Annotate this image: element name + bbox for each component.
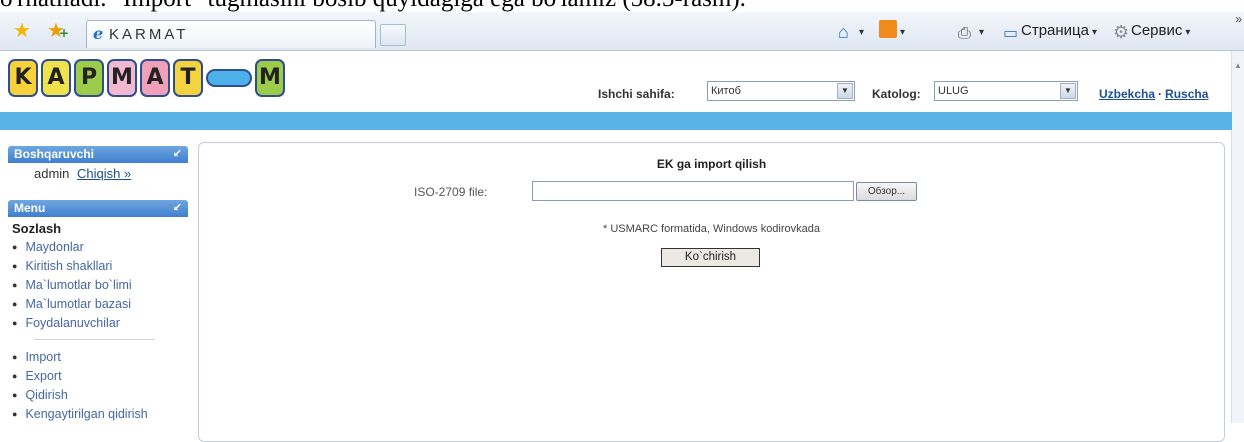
file-label: ISO-2709 file:: [414, 185, 488, 199]
lang-separator: ·: [1158, 87, 1163, 101]
menu-item-label: Import: [25, 350, 61, 364]
logo-letter: A: [140, 59, 170, 97]
menu-item-kengaytirilgan-qidirish[interactable]: ● Kengaytirilgan qidirish: [8, 405, 188, 424]
logo-letter: K: [8, 59, 38, 97]
scroll-up-arrow-icon[interactable]: ▲: [1234, 61, 1242, 70]
menu-panel-title: Menu: [14, 201, 46, 215]
collapse-icon[interactable]: ↙: [173, 200, 182, 217]
menu-item-kiritish-shakllari[interactable]: ● Kiritish shakllari: [8, 257, 188, 276]
bullet-icon: ●: [12, 280, 18, 290]
format-note: * USMARC formatida, Windows kodirovkada: [602, 223, 821, 235]
favorites-star-icon[interactable]: ★: [12, 20, 32, 40]
workpage-value: Китоб: [711, 85, 741, 97]
header-blue-band: [0, 112, 1232, 130]
page-title: EK ga import qilish: [656, 157, 767, 171]
bullet-icon: ●: [12, 299, 18, 309]
rss-icon: [879, 20, 897, 38]
logout-link[interactable]: Chiqish »: [77, 166, 131, 181]
chevron-down-icon: ▾: [859, 27, 865, 38]
chevron-more-icon[interactable]: »: [1235, 12, 1242, 26]
chevron-down-icon: ▾: [1185, 27, 1191, 38]
service-menu-button[interactable]: ⚙ Сервис ▾: [1113, 20, 1190, 42]
menu-item-label: Qidirish: [25, 388, 68, 402]
admin-info: admin Chiqish »: [8, 163, 188, 200]
file-path-input[interactable]: [532, 181, 854, 201]
admin-username: admin: [34, 166, 70, 181]
menu-panel-header[interactable]: Menu ↙: [8, 200, 188, 217]
bullet-icon: ●: [12, 318, 18, 328]
bullet-icon: ●: [12, 409, 18, 419]
browser-toolbar: ★ ★ e KARMAT ⌂▾ ▾ ⎙▾ ▭Страница▾ ⚙Сервис▾…: [0, 12, 1244, 51]
chevron-down-icon: ▼: [1060, 83, 1076, 99]
print-icon: ⎙: [958, 25, 971, 42]
admin-panel-header[interactable]: Boshqaruvchi ↙: [8, 146, 188, 163]
import-submit-button[interactable]: Ko`chirish: [661, 248, 760, 267]
import-panel: EK ga import qilish ISO-2709 file: Обзор…: [198, 142, 1225, 442]
logo-letter: M: [255, 59, 285, 97]
lang-uzbek-link[interactable]: Uzbekcha: [1099, 87, 1155, 101]
tab-title: KARMAT: [109, 26, 189, 43]
settings-title: Sozlash: [12, 221, 62, 236]
menu-item-label: Ma`lumotlar bazasi: [25, 297, 132, 311]
browse-button[interactable]: Обзор...: [856, 182, 917, 201]
menu-item-label: Kengaytirilgan qidirish: [25, 407, 148, 421]
vertical-scrollbar[interactable]: ▲: [1231, 51, 1244, 423]
home-button[interactable]: ⌂ ▾: [838, 20, 864, 42]
add-favorites-icon[interactable]: ★: [46, 20, 69, 43]
bullet-icon: ●: [12, 242, 18, 252]
new-tab-button[interactable]: [380, 24, 406, 46]
chevron-down-icon: ▼: [837, 83, 853, 99]
catalog-select[interactable]: ULUG ▼: [934, 81, 1078, 101]
logo-letter: M: [107, 59, 137, 97]
chevron-down-icon: ▾: [900, 27, 906, 38]
menu-item-label: Maydonlar: [25, 240, 84, 254]
menu-item-label: Foydalanuvchilar: [25, 316, 120, 330]
chevron-down-icon: ▾: [979, 27, 985, 38]
catalog-label: Katolog:: [872, 87, 921, 101]
lang-russian-link[interactable]: Ruscha: [1165, 87, 1208, 101]
menu-item-label: Export: [25, 369, 62, 383]
collapse-icon[interactable]: ↙: [173, 146, 182, 163]
page-menu-label: Страница: [1021, 22, 1089, 39]
bullet-icon: ●: [12, 352, 18, 362]
language-switcher: Uzbekcha · Ruscha: [1099, 87, 1208, 101]
menu-item-malumotlar-bazasi[interactable]: ● Ma`lumotlar bazasi: [8, 295, 188, 314]
menu-item-export[interactable]: ● Export: [8, 367, 188, 386]
print-button[interactable]: ⎙ ▾: [958, 20, 984, 42]
feeds-button[interactable]: ▾: [879, 20, 905, 42]
menu-item-label: Kiritish shakllari: [25, 259, 113, 273]
menu-divider: [34, 339, 154, 340]
document-caption: o'rnatiladi. "Import" tugmasini bosib qu…: [0, 0, 1244, 12]
page-icon: ▭: [1003, 25, 1019, 42]
page-menu-button[interactable]: ▭ Страница ▾: [1003, 20, 1097, 42]
chevron-down-icon: ▾: [1091, 27, 1098, 38]
admin-panel-title: Boshqaruvchi: [14, 147, 95, 161]
menu-item-import[interactable]: ● Import: [8, 348, 188, 367]
workpage-label: Ishchi sahifa:: [598, 87, 675, 101]
logo-letter: P: [74, 59, 104, 97]
logo-dash: [206, 69, 252, 87]
workpage-select[interactable]: Китоб ▼: [707, 81, 855, 101]
menu-item-foydalanuvchilar[interactable]: ● Foydalanuvchilar: [8, 314, 188, 333]
logo-letter: A: [41, 59, 71, 97]
gear-icon: ⚙: [1113, 22, 1130, 42]
service-menu-label: Сервис: [1131, 22, 1183, 39]
menu-item-maydonlar[interactable]: ● Maydonlar: [8, 238, 188, 257]
catalog-value: ULUG: [938, 85, 969, 97]
home-icon: ⌂: [838, 22, 849, 42]
bullet-icon: ●: [12, 261, 18, 271]
menu-item-label: Ma`lumotlar bo`limi: [25, 278, 132, 292]
logo-letter: T: [173, 59, 203, 97]
menu-item-malumotlar-bolimi[interactable]: ● Ma`lumotlar bo`limi: [8, 276, 188, 295]
bullet-icon: ●: [12, 371, 18, 381]
browser-tab[interactable]: e KARMAT: [86, 20, 376, 48]
menu-item-qidirish[interactable]: ● Qidirish: [8, 386, 188, 405]
bullet-icon: ●: [12, 390, 18, 400]
sidebar: Boshqaruvchi ↙ admin Chiqish » Menu ↙ So…: [8, 146, 188, 424]
